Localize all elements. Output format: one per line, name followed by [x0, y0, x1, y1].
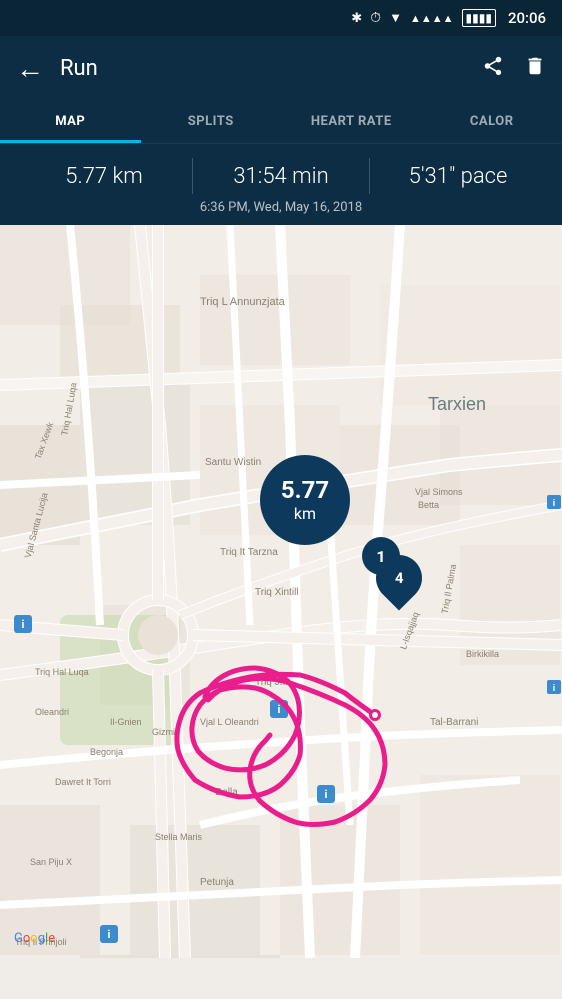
svg-text:Dawret It Torri: Dawret It Torri — [55, 777, 111, 787]
status-bar: ✱ ⏱ ▼ ▲▲▲▲ ▮▮▮▮ 20:06 — [0, 0, 562, 36]
tab-calories[interactable]: CALOR — [422, 100, 562, 143]
signal-icon: ▲▲▲▲ — [410, 12, 454, 25]
stat-pace: 5'31" pace — [370, 164, 546, 189]
nav-actions — [482, 55, 546, 82]
svg-text:Triq Hal Luqa: Triq Hal Luqa — [35, 667, 89, 677]
status-icons: ✱ ⏱ ▼ ▲▲▲▲ ▮▮▮▮ 20:06 — [351, 9, 546, 27]
google-logo: Google — [14, 931, 55, 946]
tab-heartrate[interactable]: HEART RATE — [281, 100, 422, 143]
svg-text:i: i — [553, 684, 555, 694]
map-container[interactable]: i i i i i i Triq L Annunzjata Tax Xewk T… — [0, 225, 562, 958]
svg-text:Birkikilla: Birkikilla — [466, 649, 499, 659]
tab-bar: MAP SPLITS HEART RATE CALOR — [0, 100, 562, 144]
svg-text:Vjal L Oleandri: Vjal L Oleandri — [200, 717, 259, 727]
bluetooth-icon: ✱ — [351, 11, 362, 26]
finish-label: 4 — [395, 569, 404, 587]
svg-text:i: i — [278, 703, 281, 716]
tab-map[interactable]: MAP — [0, 100, 141, 143]
alarm-icon: ⏱ — [370, 10, 381, 26]
svg-text:Betta: Betta — [418, 500, 439, 510]
stat-datetime: 6:36 PM, Wed, May 16, 2018 — [16, 200, 546, 215]
stat-distance: 5.77 km — [16, 164, 192, 189]
svg-text:San Piju X: San Piju X — [30, 857, 72, 867]
svg-text:Stella Maris: Stella Maris — [155, 832, 203, 842]
page-title: Run — [60, 56, 482, 81]
stats-row: 5.77 km 31:54 min 5'31" pace — [16, 158, 546, 194]
svg-text:Triq Xintill: Triq Xintill — [255, 587, 299, 598]
svg-text:Oleandri: Oleandri — [35, 707, 69, 717]
svg-text:i: i — [108, 928, 111, 941]
svg-text:i: i — [22, 618, 25, 631]
status-time: 20:06 — [508, 9, 546, 27]
nav-bar: ← Run — [0, 36, 562, 100]
distance-marker: 5.77 km — [260, 455, 350, 545]
svg-text:Triq L Annunzjata: Triq L Annunzjata — [200, 296, 286, 308]
delete-button[interactable] — [524, 55, 546, 82]
stat-duration: 31:54 min — [193, 164, 369, 189]
battery-icon: ▮▮▮▮ — [462, 9, 496, 27]
finish-marker: 4 — [376, 555, 422, 601]
distance-unit: km — [294, 504, 316, 523]
svg-text:i: i — [553, 499, 555, 509]
svg-text:Petunja: Petunja — [200, 877, 234, 888]
finish-pin: 4 — [366, 545, 431, 610]
distance-value: 5.77 — [281, 477, 329, 503]
map-background: i i i i i i Triq L Annunzjata Tax Xewk T… — [0, 225, 562, 958]
svg-text:Triq It Tarzna: Triq It Tarzna — [220, 547, 278, 558]
svg-text:Tal-Barrani: Tal-Barrani — [430, 717, 478, 728]
share-button[interactable] — [482, 55, 504, 82]
tab-splits[interactable]: SPLITS — [141, 100, 282, 143]
back-button[interactable]: ← — [16, 52, 44, 85]
stats-bar: 5.77 km 31:54 min 5'31" pace 6:36 PM, We… — [0, 144, 562, 225]
svg-text:i: i — [325, 788, 328, 801]
svg-text:Il-Gnien: Il-Gnien — [110, 717, 142, 727]
svg-text:Vjal Simons: Vjal Simons — [415, 487, 463, 497]
svg-text:Begonja: Begonja — [90, 747, 123, 757]
svg-text:Santu Wistin: Santu Wistin — [205, 457, 261, 468]
wifi-icon: ▼ — [389, 10, 402, 26]
svg-text:Tarxien: Tarxien — [428, 394, 486, 414]
